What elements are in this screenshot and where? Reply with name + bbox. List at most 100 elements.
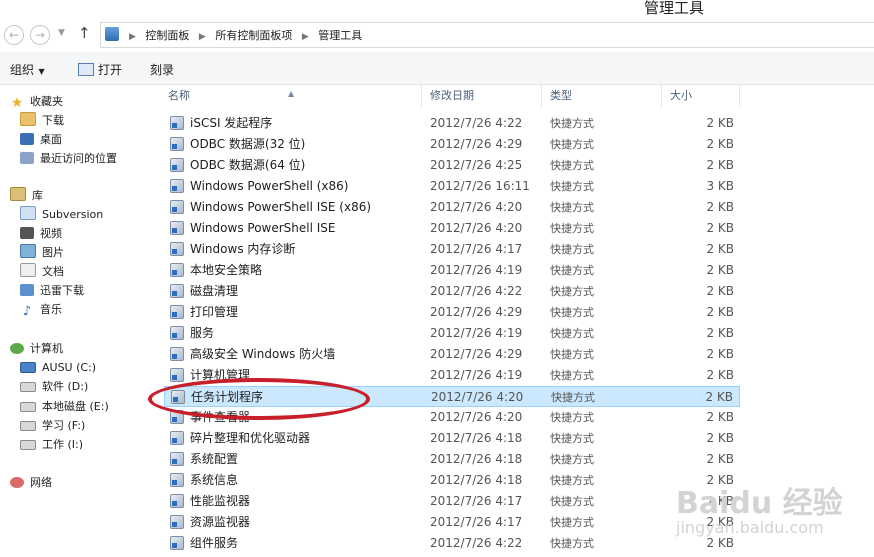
open-button[interactable]: 打开	[78, 61, 122, 78]
file-type: 快捷方式	[550, 222, 594, 235]
table-row[interactable]: iSCSI 发起程序 2012/7/26 4:22 快捷方式 2 KB	[164, 113, 740, 134]
forward-button[interactable]: →	[30, 25, 50, 45]
table-row[interactable]: ODBC 数据源(64 位) 2012/7/26 4:25 快捷方式 2 KB	[164, 155, 740, 176]
file-size: 2 KB	[706, 116, 734, 130]
xunlei-download-icon	[20, 284, 34, 296]
file-name: ODBC 数据源(32 位)	[190, 137, 306, 151]
nav-xunlei[interactable]: 迅雷下载	[20, 282, 84, 300]
nav-downloads[interactable]: 下载	[20, 112, 64, 130]
nav-documents[interactable]: 文档	[20, 263, 64, 281]
system-drive-icon	[20, 362, 36, 373]
nav-desktop[interactable]: 桌面	[20, 131, 62, 149]
drive-icon	[20, 440, 36, 450]
nav-favorites[interactable]: ★ 收藏夹	[10, 93, 63, 111]
column-name-label: 名称	[168, 89, 190, 102]
table-row[interactable]: 本地安全策略 2012/7/26 4:19 快捷方式 2 KB	[164, 260, 740, 281]
table-row[interactable]: 磁盘清理 2012/7/26 4:22 快捷方式 2 KB	[164, 281, 740, 302]
file-type: 快捷方式	[550, 516, 594, 529]
shortcut-icon	[170, 305, 184, 319]
breadcrumb-all-items[interactable]: 所有控制面板项	[215, 29, 292, 42]
file-size: 2 KB	[706, 284, 734, 298]
recent-locations-chevron-down-icon[interactable]: ▼	[58, 28, 65, 38]
file-size: 2 KB	[706, 368, 734, 382]
file-date: 2012/7/26 4:22	[430, 536, 523, 550]
file-type: 快捷方式	[550, 264, 594, 277]
nav-music[interactable]: ♪ 音乐	[20, 301, 62, 319]
nav-pictures[interactable]: 图片	[20, 244, 64, 262]
nav-label: 迅雷下载	[40, 284, 84, 297]
nav-libraries[interactable]: 库	[10, 187, 43, 205]
breadcrumb-separator-icon[interactable]: ▶	[129, 32, 136, 42]
table-row[interactable]: 资源监视器 2012/7/26 4:17 快捷方式 2 KB	[164, 512, 740, 533]
table-row[interactable]: 打印管理 2012/7/26 4:29 快捷方式 2 KB	[164, 302, 740, 323]
table-row[interactable]: 系统信息 2012/7/26 4:18 快捷方式 2 KB	[164, 470, 740, 491]
nav-videos[interactable]: 视频	[20, 225, 62, 243]
nav-computer[interactable]: 计算机	[10, 340, 63, 358]
file-size: 2 KB	[706, 263, 734, 277]
file-type: 快捷方式	[550, 537, 594, 550]
file-size: 2 KB	[706, 347, 734, 361]
table-row[interactable]: 服务 2012/7/26 4:19 快捷方式 2 KB	[164, 323, 740, 344]
breadcrumb-separator-icon[interactable]: ▶	[302, 32, 309, 42]
nav-drive-f[interactable]: 学习 (F:)	[20, 417, 85, 435]
picture-icon	[20, 244, 36, 258]
table-row[interactable]: 碎片整理和优化驱动器 2012/7/26 4:18 快捷方式 2 KB	[164, 428, 740, 449]
file-name: 系统配置	[190, 452, 239, 466]
nav-network[interactable]: 网络	[10, 474, 52, 492]
organize-button[interactable]: 组织 ▼	[10, 61, 45, 78]
file-name: 高级安全 Windows 防火墙	[190, 347, 336, 361]
open-label: 打开	[98, 63, 123, 77]
burn-button[interactable]: 刻录	[150, 61, 174, 78]
table-row[interactable]: 系统配置 2012/7/26 4:18 快捷方式 2 KB	[164, 449, 740, 470]
chevron-down-icon: ▼	[36, 67, 45, 76]
file-name: Windows PowerShell ISE	[190, 221, 336, 235]
table-row[interactable]: ODBC 数据源(32 位) 2012/7/26 4:29 快捷方式 2 KB	[164, 134, 740, 155]
nav-recent[interactable]: 最近访问的位置	[20, 150, 117, 168]
breadcrumb-separator-icon[interactable]: ▶	[199, 32, 206, 42]
table-row[interactable]: Windows 内存诊断 2012/7/26 4:17 快捷方式 2 KB	[164, 239, 740, 260]
table-row[interactable]: Windows PowerShell (x86) 2012/7/26 16:11 快…	[164, 176, 740, 197]
table-row[interactable]: Windows PowerShell ISE 2012/7/26 4:20 快捷方式…	[164, 218, 740, 239]
up-button[interactable]: ↑	[78, 24, 91, 42]
file-type: 快捷方式	[550, 180, 594, 193]
breadcrumb-admin-tools[interactable]: 管理工具	[318, 29, 362, 42]
nav-label: 文档	[42, 265, 64, 278]
table-row[interactable]: 组件服务 2012/7/26 4:22 快捷方式 2 KB	[164, 533, 740, 554]
column-header-date[interactable]: 修改日期	[422, 85, 542, 107]
file-date: 2012/7/26 4:18	[430, 431, 523, 445]
file-date: 2012/7/26 4:29	[430, 347, 523, 361]
column-header-name[interactable]: 名称 ▲	[160, 85, 422, 107]
file-date: 2012/7/26 4:29	[430, 137, 523, 151]
file-date: 2012/7/26 4:25	[430, 158, 523, 172]
file-date: 2012/7/26 4:19	[430, 326, 523, 340]
file-type: 快捷方式	[550, 327, 594, 340]
nav-drive-e[interactable]: 本地磁盘 (E:)	[20, 398, 109, 416]
shortcut-icon	[170, 116, 184, 130]
nav-label: 软件 (D:)	[42, 380, 89, 393]
address-box[interactable]: ▶ 控制面板 ▶ 所有控制面板项 ▶ 管理工具	[100, 22, 874, 48]
shortcut-icon	[170, 158, 184, 172]
file-type: 快捷方式	[550, 243, 594, 256]
table-row[interactable]: 性能监视器 2012/7/26 4:17 快捷方式 2 KB	[164, 491, 740, 512]
drive-icon	[20, 421, 36, 431]
breadcrumb-control-panel[interactable]: 控制面板	[145, 29, 189, 42]
table-row[interactable]: Windows PowerShell ISE (x86) 2012/7/26 4:…	[164, 197, 740, 218]
nav-drive-i[interactable]: 工作 (I:)	[20, 436, 83, 454]
back-button[interactable]: ←	[4, 25, 24, 45]
file-date: 2012/7/26 4:18	[430, 452, 523, 466]
column-header-size[interactable]: 大小	[662, 85, 740, 107]
nav-drive-d[interactable]: 软件 (D:)	[20, 378, 88, 396]
nav-label: 图片	[42, 246, 64, 259]
nav-subversion[interactable]: Subversion	[20, 206, 103, 224]
file-name: iSCSI 发起程序	[190, 116, 273, 130]
window-title: 管理工具	[643, 0, 704, 17]
nav-drive-c[interactable]: AUSU (C:)	[20, 359, 96, 377]
file-type: 快捷方式	[550, 348, 594, 361]
navigation-pane: ★ 收藏夹 下载 桌面 最近访问的位置 库 Subversion 视频 图片 文档…	[0, 85, 152, 557]
file-type: 快捷方式	[550, 453, 594, 466]
subversion-icon	[20, 206, 36, 220]
shortcut-icon	[170, 221, 184, 235]
shortcut-icon	[170, 515, 184, 529]
table-row[interactable]: 高级安全 Windows 防火墙 2012/7/26 4:29 快捷方式 2 KB	[164, 344, 740, 365]
column-header-type[interactable]: 类型	[542, 85, 662, 107]
